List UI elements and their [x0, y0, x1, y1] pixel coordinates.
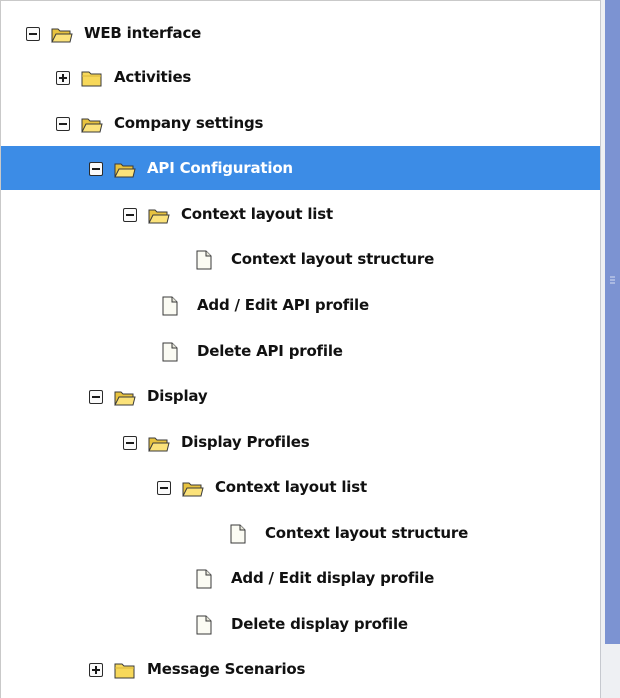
folder-open-icon	[114, 159, 136, 179]
tree-node-delete-display-profile[interactable]: Delete display profile	[1, 602, 600, 646]
tree-node-delete-api-profile[interactable]: Delete API profile	[1, 329, 600, 373]
collapse-toggle-icon[interactable]	[89, 390, 103, 404]
folder-open-icon	[148, 433, 170, 453]
tree-node-context-layout-list[interactable]: Context layout list	[1, 192, 600, 236]
tree-node-activities[interactable]: Activities	[1, 55, 600, 99]
collapse-toggle-icon[interactable]	[26, 27, 40, 41]
folder-closed-icon	[81, 68, 103, 88]
tree-node-context-layout-structure[interactable]: Context layout structure	[1, 237, 600, 281]
folder-open-icon	[148, 205, 170, 225]
tree-node-display[interactable]: Display	[1, 374, 600, 418]
expand-toggle-icon[interactable]	[56, 71, 70, 85]
tree-node-display-profiles[interactable]: Display Profiles	[1, 420, 600, 464]
folder-open-icon	[114, 387, 136, 407]
tree-node-label: Add / Edit display profile	[231, 569, 435, 587]
tree-node-label: Context layout list	[215, 478, 367, 496]
collapse-toggle-icon[interactable]	[89, 162, 103, 176]
document-icon	[159, 342, 181, 362]
tree-node-label: Context layout list	[181, 205, 333, 223]
tree-node-message-scenarios[interactable]: Message Scenarios	[1, 647, 600, 691]
tree-node-label: Activities	[114, 68, 192, 86]
collapse-toggle-icon[interactable]	[123, 208, 137, 222]
tree-node-context-layout-list-display[interactable]: Context layout list	[1, 465, 600, 509]
document-icon	[159, 296, 181, 316]
collapse-toggle-icon[interactable]	[56, 117, 70, 131]
tree-node-label: API Configuration	[147, 159, 293, 177]
tree-node-label: Display Profiles	[181, 433, 310, 451]
grip-icon	[610, 276, 615, 284]
folder-open-icon	[81, 114, 103, 134]
tree-node-web-interface[interactable]: WEB interface	[1, 11, 600, 55]
tree-node-label: Message Scenarios	[147, 660, 306, 678]
collapse-toggle-icon[interactable]	[123, 436, 137, 450]
folder-closed-icon	[114, 660, 136, 680]
tree-node-label: WEB interface	[84, 24, 202, 42]
document-icon	[193, 615, 215, 635]
tree-node-company-settings[interactable]: Company settings	[1, 101, 600, 145]
tree-node-label: Delete display profile	[231, 615, 408, 633]
tree-node-label: Add / Edit API profile	[197, 296, 369, 314]
document-icon	[193, 569, 215, 589]
tree-node-label: Delete API profile	[197, 342, 343, 360]
collapse-toggle-icon[interactable]	[157, 481, 171, 495]
splitter-bar[interactable]	[605, 0, 620, 644]
navigation-tree: WEB interface Activities Company setting…	[0, 0, 600, 698]
tree-node-context-layout-structure-display[interactable]: Context layout structure	[1, 511, 600, 555]
tree-node-label: Context layout structure	[265, 524, 469, 542]
tree-node-add-edit-api-profile[interactable]: Add / Edit API profile	[1, 283, 600, 327]
tree-node-add-edit-display-profile[interactable]: Add / Edit display profile	[1, 556, 600, 600]
document-icon	[227, 524, 249, 544]
tree-node-label: Display	[147, 387, 208, 405]
document-icon	[193, 250, 215, 270]
folder-open-icon	[182, 478, 204, 498]
tree-node-label: Context layout structure	[231, 250, 435, 268]
expand-toggle-icon[interactable]	[89, 663, 103, 677]
tree-node-api-configuration[interactable]: API Configuration	[1, 146, 600, 190]
tree-node-label: Company settings	[114, 114, 264, 132]
folder-open-icon	[51, 24, 73, 44]
